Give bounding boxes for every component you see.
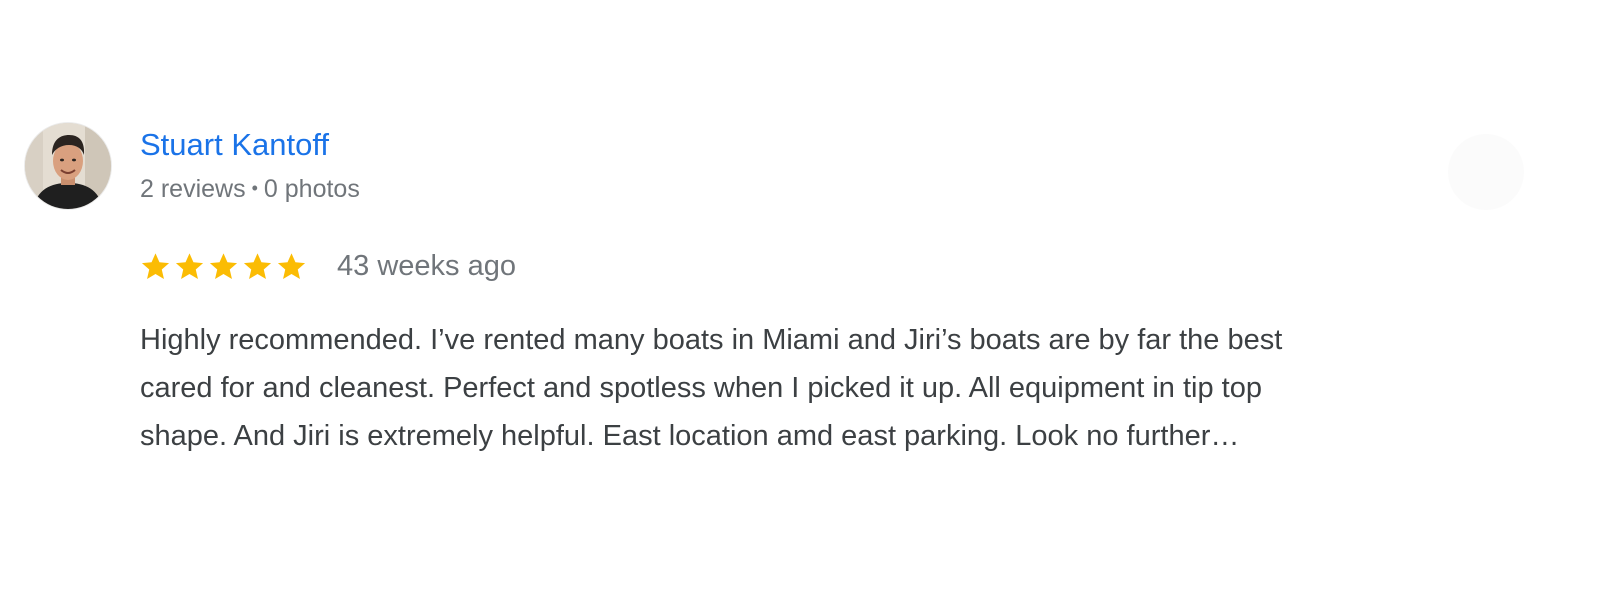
star-icon (243, 252, 272, 279)
reviewer-meta: 2 reviews • 0 photos (140, 172, 360, 205)
reviews-count: 2 reviews (140, 175, 246, 203)
review-text-line: Highly recommended. I’ve rented many boa… (140, 324, 1283, 356)
star-icon (277, 252, 306, 279)
review-text: Highly recommended. I’ve rented many boa… (140, 316, 1520, 460)
meta-separator: • (251, 178, 258, 198)
review-text-line: shape. And Jiri is extremely helpful. Ea… (140, 420, 1240, 452)
star-icon (209, 252, 238, 279)
more-options-button[interactable] (1448, 134, 1524, 210)
review-card: Stuart Kantoff 2 reviews • 0 photos 43 wee… (0, 0, 1600, 600)
reviewer-name-link[interactable]: Stuart Kantoff (140, 126, 329, 164)
person-photo-avatar-icon (25, 123, 111, 209)
rating-row: 43 weeks ago (140, 246, 516, 286)
star-rating (140, 251, 307, 282)
star-icon (141, 252, 170, 279)
photos-count: 0 photos (263, 175, 360, 203)
review-text-line: cared for and cleanest. Perfect and spot… (140, 372, 1262, 404)
review-time: 43 weeks ago (337, 250, 516, 282)
reviewer-avatar[interactable] (25, 123, 111, 209)
star-icon (175, 252, 204, 279)
